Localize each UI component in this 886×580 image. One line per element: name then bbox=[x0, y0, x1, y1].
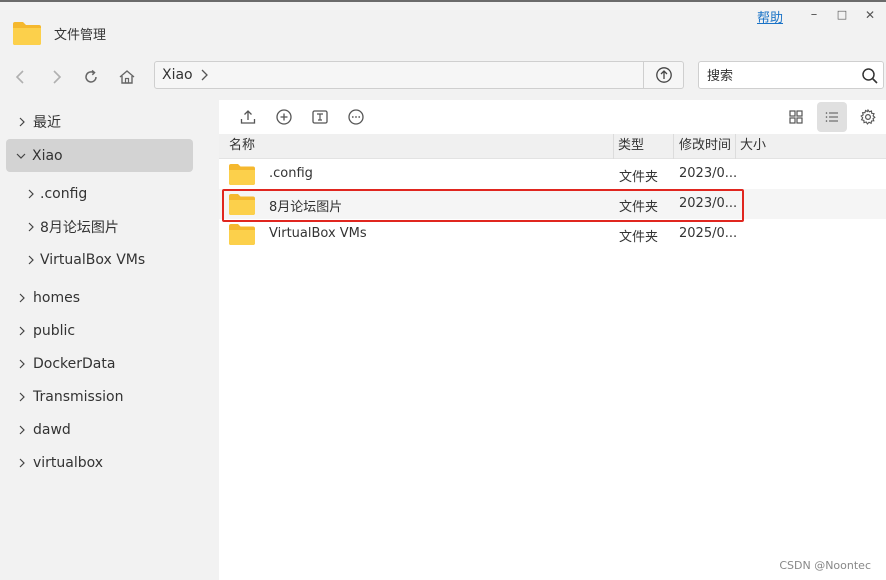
chevron-right-icon bbox=[19, 326, 25, 335]
search-box[interactable] bbox=[698, 61, 884, 89]
file-name: 8月论坛图片 bbox=[269, 200, 343, 215]
rename-button[interactable] bbox=[308, 106, 332, 128]
sidebar-item-xiao[interactable]: Xiao bbox=[6, 139, 193, 172]
list-view-button[interactable] bbox=[817, 102, 847, 132]
home-icon bbox=[119, 70, 135, 84]
chevron-right-icon bbox=[19, 458, 25, 467]
forward-icon bbox=[53, 70, 62, 84]
chevron-right-icon bbox=[28, 222, 34, 231]
file-type: 文件夹 bbox=[619, 230, 659, 245]
gear-icon bbox=[860, 108, 876, 125]
table-row[interactable]: .config 文件夹 2023/0... bbox=[219, 159, 886, 189]
search-icon[interactable] bbox=[861, 67, 879, 85]
upload-icon bbox=[240, 110, 256, 124]
chevron-right-icon bbox=[28, 189, 34, 198]
breadcrumb[interactable]: Xiao bbox=[154, 61, 644, 89]
column-header-name[interactable]: 名称 bbox=[219, 134, 614, 159]
column-header-size[interactable]: 大小 bbox=[736, 134, 886, 159]
navigation-bar: Xiao bbox=[0, 54, 886, 100]
sidebar-item-label: 8月论坛图片 bbox=[40, 219, 119, 236]
sidebar-item-label: public bbox=[33, 322, 76, 339]
folder-icon bbox=[229, 224, 255, 245]
arrow-up-circle-icon bbox=[655, 67, 672, 83]
chevron-right-icon bbox=[19, 293, 25, 302]
file-mtime: 2025/0... bbox=[679, 226, 738, 241]
sidebar-item-label: Xiao bbox=[32, 147, 63, 164]
file-list-panel: 名称 类型 修改时间 大小 .config 文件夹 2023/0... 8月论坛… bbox=[219, 100, 886, 580]
search-input[interactable] bbox=[707, 67, 847, 85]
column-header-type[interactable]: 类型 bbox=[614, 134, 674, 159]
go-up-button[interactable] bbox=[644, 61, 684, 89]
chevron-right-icon bbox=[201, 69, 208, 81]
help-link[interactable]: 帮助 bbox=[757, 7, 783, 26]
watermark: CSDN @Noontec bbox=[779, 559, 871, 572]
sidebar-item-label: .config bbox=[40, 185, 88, 202]
refresh-icon bbox=[85, 69, 97, 83]
sidebar-item-homes[interactable]: homes bbox=[0, 281, 236, 314]
sidebar: 最近 Xiao .config 8月论坛图片 VirtualBox VMs ho… bbox=[0, 100, 219, 580]
sidebar-item-dockerdata[interactable]: DockerData bbox=[0, 347, 236, 380]
back-button[interactable] bbox=[9, 65, 33, 89]
grid-view-button[interactable] bbox=[781, 102, 811, 132]
new-button[interactable] bbox=[272, 106, 296, 128]
chevron-right-icon bbox=[19, 425, 25, 434]
home-button[interactable] bbox=[115, 65, 139, 89]
file-manager-window: 文件管理 帮助 – □ ✕ Xiao 搜索 最近 Xiao .config 8月… bbox=[0, 0, 886, 580]
maximize-button[interactable]: □ bbox=[832, 6, 852, 24]
sidebar-item-recent[interactable]: 最近 bbox=[0, 105, 236, 138]
file-type: 文件夹 bbox=[619, 200, 659, 215]
folder-icon bbox=[229, 164, 255, 185]
rename-icon bbox=[312, 110, 328, 124]
chevron-right-icon bbox=[19, 392, 25, 401]
folder-icon bbox=[229, 194, 255, 215]
folder-app-icon bbox=[13, 22, 41, 45]
sidebar-item-transmission[interactable]: Transmission bbox=[0, 380, 236, 413]
more-icon bbox=[348, 109, 364, 125]
sidebar-item-label: 最近 bbox=[33, 114, 61, 131]
sidebar-item-public[interactable]: public bbox=[0, 314, 236, 347]
minimize-button[interactable]: – bbox=[804, 6, 824, 24]
column-header-mtime[interactable]: 修改时间 bbox=[674, 134, 736, 159]
chevron-down-icon bbox=[16, 153, 26, 159]
sidebar-item-label: VirtualBox VMs bbox=[40, 251, 146, 268]
list-view-icon bbox=[825, 112, 838, 122]
file-mtime: 2023/0... bbox=[679, 196, 738, 211]
file-name: .config bbox=[269, 166, 313, 181]
add-icon bbox=[276, 109, 292, 125]
sidebar-item-dawd[interactable]: dawd bbox=[0, 413, 236, 446]
grid-view-icon bbox=[789, 110, 803, 124]
sidebar-item-8yue-luntan-tupian[interactable]: 8月论坛图片 bbox=[0, 210, 245, 243]
sidebar-item-label: dawd bbox=[33, 421, 71, 438]
app-title: 文件管理 bbox=[54, 28, 107, 43]
chevron-right-icon bbox=[19, 117, 25, 126]
file-type: 文件夹 bbox=[619, 170, 659, 185]
refresh-button[interactable] bbox=[79, 65, 103, 89]
table-header: 名称 类型 修改时间 大小 bbox=[219, 134, 886, 159]
upload-button[interactable] bbox=[236, 106, 260, 128]
title-bar: 文件管理 帮助 – □ ✕ bbox=[0, 2, 886, 54]
sidebar-item-config[interactable]: .config bbox=[0, 177, 245, 210]
sidebar-item-virtualbox-vms[interactable]: VirtualBox VMs bbox=[0, 243, 245, 276]
back-icon bbox=[15, 70, 24, 84]
sidebar-item-label: virtualbox bbox=[33, 454, 104, 471]
table-row[interactable]: 8月论坛图片 文件夹 2023/0... bbox=[219, 189, 886, 219]
file-mtime: 2023/0... bbox=[679, 166, 738, 181]
chevron-right-icon bbox=[19, 359, 25, 368]
chevron-right-icon bbox=[28, 255, 34, 264]
table-row[interactable]: VirtualBox VMs 文件夹 2025/0... bbox=[219, 219, 886, 249]
more-button[interactable] bbox=[344, 106, 368, 128]
close-button[interactable]: ✕ bbox=[860, 6, 880, 24]
forward-button[interactable] bbox=[44, 65, 68, 89]
sidebar-item-virtualbox[interactable]: virtualbox bbox=[0, 446, 236, 479]
sidebar-item-label: Transmission bbox=[33, 388, 124, 405]
file-toolbar bbox=[219, 100, 886, 134]
settings-button[interactable] bbox=[853, 102, 883, 132]
sidebar-item-label: homes bbox=[33, 289, 80, 306]
sidebar-item-label: DockerData bbox=[33, 355, 116, 372]
file-name: VirtualBox VMs bbox=[269, 226, 367, 241]
breadcrumb-item[interactable]: Xiao bbox=[162, 67, 193, 83]
